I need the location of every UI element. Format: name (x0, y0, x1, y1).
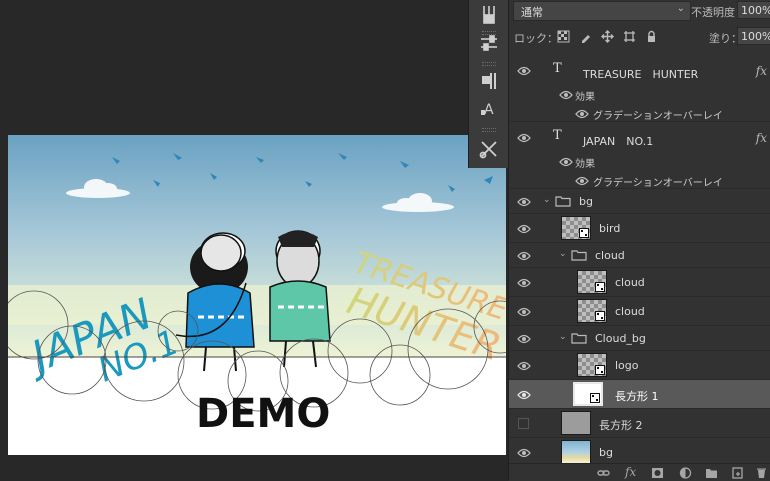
effects-label: 効果 (575, 92, 595, 103)
layer-name: Cloud_bg (595, 332, 646, 345)
lock-paint-icon[interactable] (579, 30, 592, 43)
blend-mode-select[interactable]: 通常 ⌄ (513, 1, 691, 21)
folder-icon (571, 249, 587, 261)
layer-thumbnail (577, 353, 607, 377)
effect-eye-icon[interactable] (575, 176, 589, 186)
visibility-eye-icon[interactable] (517, 197, 531, 207)
visibility-eye-icon[interactable] (517, 251, 531, 261)
blend-mode-value: 通常 (521, 6, 543, 19)
layers-panel: 通常 ⌄ 不透明度： 100% ロック： 塗り： 100% T TREASURE… (508, 0, 770, 481)
visibility-toggle-empty[interactable] (518, 418, 529, 429)
demo-watermark: DEMO (196, 391, 330, 437)
visibility-eye-icon[interactable] (517, 390, 531, 400)
svg-text:A: A (484, 102, 494, 118)
layer-row-cloud-1[interactable]: cloud (509, 268, 770, 297)
adjustment-layer-icon[interactable] (679, 467, 692, 479)
layer-row-bird[interactable]: bird (509, 214, 770, 243)
effects-label: 効果 (575, 159, 595, 170)
fx-icon[interactable]: fx (625, 465, 638, 479)
new-group-icon[interactable] (705, 467, 718, 479)
layer-thumbnail (561, 216, 591, 240)
chevron-down-icon[interactable]: ⌄ (559, 332, 567, 342)
fill-input[interactable]: 100% (737, 27, 770, 45)
paragraph-icon[interactable] (476, 68, 502, 94)
visibility-eye-icon[interactable] (517, 334, 531, 344)
layer-name: cloud (595, 249, 625, 262)
layer-row-rect-2[interactable]: 長方形 2 (509, 409, 770, 438)
visibility-eye-icon[interactable] (517, 278, 531, 288)
visibility-eye-icon[interactable] (517, 361, 531, 371)
folder-icon (571, 332, 587, 344)
layer-thumbnail (561, 411, 591, 435)
layer-name: cloud (615, 305, 645, 318)
layer-name: cloud (615, 276, 645, 289)
folder-icon (555, 195, 571, 207)
lock-transparent-icon[interactable] (557, 30, 570, 43)
layer-thumbnail (577, 299, 607, 323)
layer-thumbnail (573, 382, 603, 406)
effect-gradient-overlay[interactable]: グラデーションオーバーレイ (593, 174, 723, 189)
layer-row-rect-1[interactable]: 長方形 1 (509, 380, 770, 409)
layer-thumbnail (561, 440, 591, 464)
layer-row-cloud-group[interactable]: ⌄ cloud (509, 243, 770, 268)
visibility-eye-icon[interactable] (517, 448, 531, 458)
layers-footer: fx (509, 463, 770, 481)
new-layer-icon[interactable] (731, 467, 744, 479)
effects-eye-icon[interactable] (559, 157, 573, 167)
layer-name: 長方形 2 (599, 419, 643, 432)
tool-strip: A (468, 0, 510, 168)
layer-name: JAPAN NO.1 (583, 135, 654, 148)
effect-eye-icon[interactable] (575, 109, 589, 119)
chevron-down-icon[interactable]: ⌄ (559, 249, 567, 259)
effect-gradient-overlay[interactable]: グラデーションオーバーレイ (593, 107, 723, 122)
chevron-down-icon: ⌄ (676, 3, 685, 14)
document-canvas[interactable]: JAPAN NO.1 TREASURE HUNTER DEMO (8, 135, 506, 455)
text-layer-icon: T (553, 128, 562, 143)
lock-move-icon[interactable] (601, 30, 614, 43)
layer-thumbnail (577, 270, 607, 294)
link-icon[interactable] (597, 467, 610, 479)
layer-name: bird (599, 222, 621, 235)
visibility-eye-icon[interactable] (517, 133, 531, 143)
mask-icon[interactable] (651, 467, 664, 479)
lock-artboard-icon[interactable] (623, 30, 636, 43)
layer-list: T TREASURE HUNTER fx 効果 グラデーションオーバーレイ T … (509, 55, 770, 467)
character-icon[interactable]: A (476, 96, 502, 122)
layer-name: logo (615, 359, 639, 372)
fx-icon[interactable]: fx (756, 64, 767, 78)
layer-row-japan-no1[interactable]: T JAPAN NO.1 fx 効果 グラデーションオーバーレイ (509, 122, 770, 189)
fx-icon[interactable]: fx (756, 131, 767, 145)
layer-name: 長方形 1 (615, 390, 659, 403)
layer-row-treasure-hunter[interactable]: T TREASURE HUNTER fx 効果 グラデーションオーバーレイ (509, 55, 770, 122)
layer-row-logo[interactable]: logo (509, 351, 770, 380)
visibility-eye-icon[interactable] (517, 66, 531, 76)
visibility-eye-icon[interactable] (517, 224, 531, 234)
trash-icon[interactable] (755, 467, 768, 479)
tool-presets-icon[interactable] (476, 136, 502, 162)
effects-eye-icon[interactable] (559, 90, 573, 100)
layer-name: bg (599, 446, 613, 459)
chevron-down-icon[interactable]: ⌄ (543, 195, 551, 205)
visibility-eye-icon[interactable] (517, 307, 531, 317)
lock-all-icon[interactable] (645, 30, 658, 43)
layer-row-cloud-2[interactable]: cloud (509, 297, 770, 326)
opacity-input[interactable]: 100% (737, 1, 770, 19)
layer-row-cloud-bg-group[interactable]: ⌄ Cloud_bg (509, 326, 770, 351)
adjustments-icon[interactable] (476, 30, 502, 56)
layer-name: bg (579, 195, 593, 208)
text-layer-icon: T (553, 61, 562, 76)
lock-label: ロック： (514, 32, 558, 45)
brush-settings-icon[interactable] (476, 2, 502, 28)
layer-row-bg-group[interactable]: ⌄ bg (509, 189, 770, 214)
layer-name: TREASURE HUNTER (583, 68, 699, 81)
